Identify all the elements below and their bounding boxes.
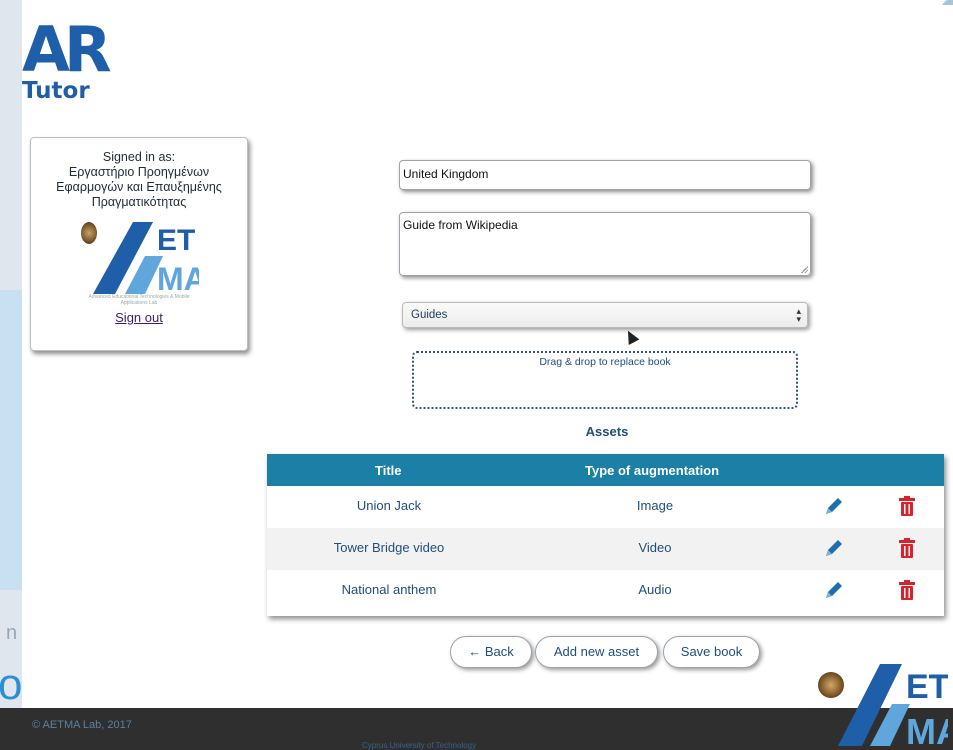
pencil-icon[interactable] <box>823 537 845 559</box>
corner-aetma-logo: ET MA <box>818 660 948 746</box>
asset-type: Audio <box>638 582 672 597</box>
book-description-value: Guide from Wikipedia <box>403 218 518 232</box>
table-row: Union Jack Image <box>267 486 944 528</box>
trash-icon[interactable] <box>898 579 916 601</box>
page: AR Tutor Signed in as: Εργαστήριο Προηγμ… <box>22 5 953 710</box>
resize-grip-icon[interactable] <box>801 266 808 273</box>
dropzone-text: Drag & drop to replace book <box>539 356 671 368</box>
book-description-textarea[interactable]: Guide from Wikipedia <box>399 212 811 276</box>
background-letter: n <box>6 622 18 644</box>
book-title-input[interactable]: United Kingdom <box>399 160 811 190</box>
aetma-logo-icon: ET MA <box>838 664 948 746</box>
svg-text:ET: ET <box>906 668 948 706</box>
footer: © AETMA Lab, 2017 Cyprus University of T… <box>0 708 953 750</box>
aetma-logo-icon: ET MA <box>93 222 199 296</box>
asset-title: Union Jack <box>356 498 422 513</box>
category-selected-value: Guides <box>411 309 448 321</box>
svg-text:MA: MA <box>157 261 199 296</box>
add-asset-button[interactable]: Add new asset <box>535 636 658 668</box>
ar-tutor-logo: AR Tutor <box>22 19 130 111</box>
background-left-strip: n o <box>0 0 22 710</box>
logo-sub-text: Tutor <box>22 78 90 104</box>
background-letter-o: o <box>0 660 23 709</box>
logo-main-text: AR <box>22 13 112 86</box>
sign-out-link[interactable]: Sign out <box>115 310 163 325</box>
organization-logo-caption: Advanced Educational Technologies & Mobi… <box>88 294 190 306</box>
asset-type: Video <box>638 540 672 555</box>
organization-logo: ET MA Advanced Educational Technologies … <box>79 216 199 308</box>
table-header: Title Type of augmentation <box>267 454 944 486</box>
pencil-icon[interactable] <box>823 495 845 517</box>
pencil-icon[interactable] <box>823 579 845 601</box>
signed-in-card: Signed in as: Εργαστήριο Προηγμένων Εφαρ… <box>30 137 248 351</box>
book-dropzone[interactable]: Drag & drop to replace book <box>412 351 798 409</box>
column-header-title: Title <box>375 463 402 478</box>
select-arrows-icon: ▴ ▾ <box>796 306 801 324</box>
asset-title: National anthem <box>341 582 437 597</box>
footer-department: Cyprus University of Technology <box>362 741 477 750</box>
category-select[interactable]: Guides ▴ ▾ <box>402 302 808 328</box>
footer-copyright: © AETMA Lab, 2017 <box>32 719 132 731</box>
signed-in-label: Signed in as: <box>102 150 176 164</box>
save-book-button[interactable]: Save book <box>663 636 760 668</box>
background-bar <box>0 290 22 590</box>
organization-name: Εργαστήριο Προηγμένων Εφαρμογών και Επαυ… <box>56 165 222 209</box>
back-button[interactable]: ← Back <box>450 636 532 668</box>
assets-heading: Assets <box>585 424 629 439</box>
asset-type: Image <box>636 498 674 513</box>
table-row: Tower Bridge video Video <box>267 528 944 570</box>
asset-title: Tower Bridge video <box>333 540 445 555</box>
column-header-type: Type of augmentation <box>585 463 720 478</box>
svg-text:MA: MA <box>906 711 948 746</box>
assets-table: Title Type of augmentation Union Jack Im… <box>267 454 944 616</box>
svg-text:ET: ET <box>157 224 195 257</box>
cursor-icon <box>622 327 640 346</box>
trash-icon[interactable] <box>898 495 916 517</box>
trash-icon[interactable] <box>898 537 916 559</box>
table-row: National anthem Audio <box>267 570 944 612</box>
